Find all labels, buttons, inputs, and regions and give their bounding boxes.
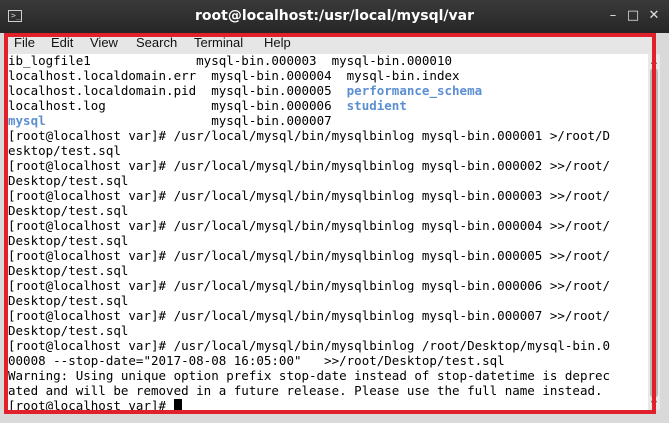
terminal-text: [root@localhost var]# /usr/local/mysql/b… (8, 128, 611, 143)
menu-bar: File Edit View Search Terminal Help (8, 33, 652, 54)
scrollbar[interactable]: ▲ ▼ (648, 54, 660, 410)
directory-name: mysql (8, 113, 46, 128)
terminal-line: localhost.localdomain.err mysql-bin.0000… (8, 68, 460, 83)
terminal-text: Desktop/test.sql (8, 323, 129, 338)
menu-help[interactable]: Help (264, 35, 291, 50)
scroll-up-icon[interactable]: ▲ (650, 57, 658, 65)
terminal-text: 00008 --stop-date="2017-08-08 16:05:00" … (8, 353, 505, 368)
terminal-text: [root@localhost var]# (8, 398, 174, 410)
terminal-line: Desktop/test.sql (8, 293, 128, 308)
close-button[interactable]: ✕ (647, 9, 661, 23)
terminal-line: [root@localhost var]# (8, 398, 182, 410)
terminal-text: ib_logfile1 mysql-bin.000003 mysql-bin.0… (8, 54, 453, 68)
menu-search[interactable]: Search (136, 35, 177, 50)
terminal-line: [root@localhost var]# /usr/local/mysql/b… (8, 278, 610, 293)
terminal-line: localhost.localdomain.pid mysql-bin.0000… (8, 83, 482, 98)
terminal-line: 00008 --stop-date="2017-08-08 16:05:00" … (8, 353, 505, 368)
text-cursor (173, 399, 182, 410)
terminal-line: Desktop/test.sql (8, 203, 128, 218)
terminal-text: ated and will be removed in a future rel… (8, 383, 603, 398)
menu-edit[interactable]: Edit (51, 35, 73, 50)
menu-file[interactable]: File (14, 35, 35, 50)
terminal-line: Desktop/test.sql (8, 323, 128, 338)
menu-view[interactable]: View (90, 35, 118, 50)
terminal-text: [root@localhost var]# /usr/local/mysql/b… (8, 188, 611, 203)
terminal-text: [root@localhost var]# /usr/local/mysql/b… (8, 308, 611, 323)
terminal-text: Desktop/test.sql (8, 173, 129, 188)
terminal-text: localhost.localdomain.pid mysql-bin.0000… (8, 83, 347, 98)
maximize-button[interactable]: □ (626, 9, 640, 23)
terminal-line: [root@localhost var]# /usr/local/mysql/b… (8, 188, 610, 203)
terminal-line: [root@localhost var]# /usr/local/mysql/b… (8, 218, 610, 233)
terminal-text: Warning: Using unique option prefix stop… (8, 368, 611, 383)
terminal-line: [root@localhost var]# /usr/local/mysql/b… (8, 338, 610, 353)
terminal-text: [root@localhost var]# /usr/local/mysql/b… (8, 218, 611, 233)
terminal-line: [root@localhost var]# /usr/local/mysql/b… (8, 308, 610, 323)
minimize-button[interactable]: – (606, 9, 620, 23)
terminal-line: [root@localhost var]# /usr/local/mysql/b… (8, 128, 610, 143)
terminal-text: [root@localhost var]# /usr/local/mysql/b… (8, 338, 611, 353)
terminal-text: [root@localhost var]# /usr/local/mysql/b… (8, 248, 611, 263)
terminal-text: Desktop/test.sql (8, 263, 129, 278)
terminal-text: Desktop/test.sql (8, 203, 129, 218)
terminal-line: Desktop/test.sql (8, 173, 128, 188)
terminal-line: Desktop/test.sql (8, 233, 128, 248)
terminal-line: [root@localhost var]# /usr/local/mysql/b… (8, 248, 610, 263)
terminal-line: Desktop/test.sql (8, 263, 128, 278)
terminal-line: [root@localhost var]# /usr/local/mysql/b… (8, 158, 610, 173)
terminal-line: Warning: Using unique option prefix stop… (8, 368, 610, 383)
terminal-text: localhost.log mysql-bin.000006 (8, 98, 347, 113)
terminal-text: Desktop/test.sql (8, 233, 129, 248)
directory-name: performance_schema (346, 83, 483, 98)
scroll-thumb[interactable] (650, 68, 658, 398)
menu-terminal[interactable]: Terminal (194, 35, 243, 50)
terminal-text: esktop/test.sql (8, 143, 121, 158)
title-bar[interactable]: >_ root@localhost:/usr/local/mysql/var –… (0, 0, 669, 33)
terminal-line: ated and will be removed in a future rel… (8, 383, 603, 398)
terminal-line: ib_logfile1 mysql-bin.000003 mysql-bin.0… (8, 54, 452, 68)
terminal-line: localhost.log mysql-bin.000006 studient (8, 98, 407, 113)
terminal-output[interactable]: ib_logfile1 mysql-bin.000003 mysql-bin.0… (8, 54, 648, 410)
terminal-line: esktop/test.sql (8, 143, 121, 158)
terminal-text: mysql-bin.000007 (45, 113, 332, 128)
terminal-text: localhost.localdomain.err mysql-bin.0000… (8, 68, 460, 83)
terminal-text: [root@localhost var]# /usr/local/mysql/b… (8, 158, 611, 173)
scroll-down-icon[interactable]: ▼ (650, 400, 658, 408)
window-title: root@localhost:/usr/local/mysql/var (195, 8, 474, 24)
terminal-text: Desktop/test.sql (8, 293, 129, 308)
terminal-line: mysql mysql-bin.000007 (8, 113, 332, 128)
terminal-text: [root@localhost var]# /usr/local/mysql/b… (8, 278, 611, 293)
directory-name: studient (346, 98, 407, 113)
